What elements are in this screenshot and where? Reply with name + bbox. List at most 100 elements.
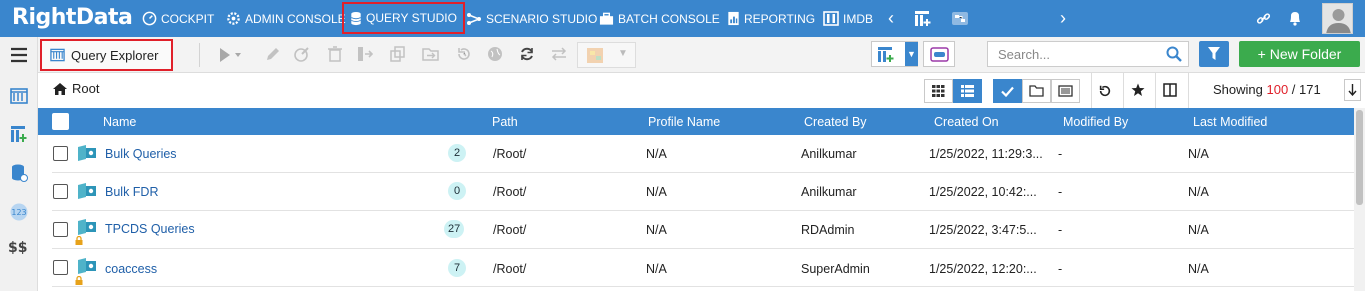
bell-icon[interactable] <box>1288 10 1302 26</box>
col-profile[interactable]: Profile Name <box>648 115 720 129</box>
nav-next-icon[interactable]: › <box>1060 8 1066 29</box>
col-last-modified[interactable]: Last Modified <box>1193 115 1267 129</box>
app-logo[interactable]: RightData <box>12 5 133 31</box>
nav-cockpit[interactable]: COCKPIT <box>142 0 214 37</box>
lock-icon <box>75 236 83 245</box>
row-checkbox[interactable] <box>53 184 68 199</box>
connection-button[interactable] <box>923 41 955 67</box>
filter-button[interactable] <box>1199 41 1229 67</box>
row-profile: N/A <box>646 223 667 237</box>
move-to-folder-icon[interactable] <box>422 46 439 62</box>
row-checkbox[interactable] <box>53 222 68 237</box>
top-nav: RightData COCKPIT ADMIN CONSOLE QUERY ST… <box>0 0 1365 37</box>
row-checkbox[interactable] <box>53 260 68 275</box>
new-folder-button[interactable]: + New Folder <box>1239 41 1360 67</box>
columns-icon <box>823 11 839 26</box>
col-created-by[interactable]: Created By <box>804 115 867 129</box>
load-more-button[interactable] <box>1344 79 1361 101</box>
col-path[interactable]: Path <box>492 115 518 129</box>
select-mode-button[interactable] <box>993 79 1022 103</box>
breadcrumb[interactable]: Root <box>52 81 99 96</box>
select-all-checkbox[interactable] <box>52 113 69 130</box>
refresh-icon[interactable] <box>519 46 535 62</box>
row-name[interactable]: Bulk Queries <box>105 147 177 161</box>
table-row[interactable]: TPCDS Queries 27 /Root/ N/A RDAdmin 1/25… <box>52 211 1354 249</box>
split-icon[interactable] <box>357 46 373 62</box>
search-input[interactable]: Search... <box>987 41 1189 67</box>
branch-icon <box>467 12 482 25</box>
link-icon[interactable] <box>1256 11 1271 26</box>
history-icon[interactable] <box>456 46 472 62</box>
currency-icon[interactable]: $$ <box>8 240 32 260</box>
row-last-modified: N/A <box>1188 147 1209 161</box>
search-icon[interactable] <box>1166 46 1182 62</box>
row-checkbox[interactable] <box>53 146 68 161</box>
schema-icon[interactable] <box>951 11 969 26</box>
check-edit-icon[interactable] <box>294 46 310 62</box>
toolbar-divider <box>199 43 200 67</box>
table-add-icon[interactable] <box>9 124 29 144</box>
table-add-icon[interactable] <box>914 10 932 27</box>
paging-prefix: Showing <box>1213 82 1267 97</box>
lock-icon <box>75 276 83 285</box>
nav-admin-console[interactable]: ADMIN CONSOLE <box>226 0 346 37</box>
row-path: /Root/ <box>493 147 527 161</box>
table-row[interactable]: coaccess 7 /Root/ N/A SuperAdmin 1/25/20… <box>52 249 1354 287</box>
avatar[interactable] <box>1322 3 1353 34</box>
table-row[interactable]: Bulk FDR 0 /Root/ N/A Anilkumar 1/25/202… <box>52 173 1354 211</box>
scrollbar-thumb[interactable] <box>1356 110 1363 205</box>
divider <box>1123 73 1124 108</box>
folder-filter-button[interactable] <box>1022 79 1051 103</box>
layout-dropdown[interactable]: ▼ <box>871 41 918 67</box>
list-view-button[interactable] <box>953 79 982 103</box>
query-explorer-label: Query Explorer <box>71 47 159 63</box>
nav-batch-console-label: BATCH CONSOLE <box>618 11 720 26</box>
trash-icon[interactable] <box>328 46 342 62</box>
sql-badge-icon[interactable]: 123 <box>9 202 29 222</box>
columns-icon[interactable] <box>1163 83 1177 97</box>
swap-icon[interactable] <box>550 46 568 62</box>
breadcrumb-row: Root Showing 100 / 171 <box>38 73 1365 108</box>
col-name[interactable]: Name <box>103 115 136 129</box>
nav-scenario-studio[interactable]: SCENARIO STUDIO <box>466 0 597 37</box>
check-icon <box>1001 86 1014 97</box>
row-name[interactable]: TPCDS Queries <box>105 222 195 236</box>
globe-icon[interactable] <box>487 46 503 62</box>
row-name[interactable]: Bulk FDR <box>105 185 158 199</box>
row-profile: N/A <box>646 185 667 199</box>
query-filter-button[interactable] <box>1051 79 1080 103</box>
nav-batch-console[interactable]: BATCH CONSOLE <box>599 0 720 37</box>
nav-scenario-studio-label: SCENARIO STUDIO <box>486 11 598 26</box>
table-row[interactable]: Bulk Queries 2 /Root/ N/A Anilkumar 1/25… <box>52 135 1354 173</box>
nav-query-studio[interactable]: QUERY STUDIO <box>342 2 465 34</box>
nav-reporting-label: REPORTING <box>744 11 816 26</box>
export-dropdown[interactable]: ▼ <box>577 42 636 68</box>
row-path: /Root/ <box>493 185 527 199</box>
nav-imdb[interactable]: IMDB <box>823 0 873 37</box>
nav-prev-icon[interactable]: ‹ <box>888 8 894 29</box>
row-name[interactable]: coaccess <box>105 262 157 276</box>
nav-reporting[interactable]: REPORTING <box>727 0 815 37</box>
copy-icon[interactable] <box>390 46 406 62</box>
star-icon[interactable] <box>1131 83 1145 97</box>
query-explorer-button[interactable]: Query Explorer <box>40 39 173 71</box>
menu-icon[interactable] <box>9 45 29 65</box>
row-path: /Root/ <box>493 223 527 237</box>
query-list-icon[interactable] <box>9 86 29 106</box>
col-created-on[interactable]: Created On <box>934 115 999 129</box>
row-created-by: Anilkumar <box>801 147 857 161</box>
folder-icon <box>1029 85 1044 97</box>
row-created-on: 1/25/2022, 10:42:... <box>929 185 1037 199</box>
query-folder-icon <box>78 219 96 235</box>
explorer-icon <box>50 48 65 62</box>
grid-view-button[interactable] <box>924 79 953 103</box>
edit-icon[interactable] <box>265 46 281 62</box>
nav-cockpit-label: COCKPIT <box>161 11 215 26</box>
row-created-by: Anilkumar <box>801 185 857 199</box>
run-icon[interactable] <box>218 46 242 64</box>
breadcrumb-root: Root <box>72 81 100 96</box>
database-icon[interactable] <box>9 163 29 183</box>
recent-icon[interactable] <box>1098 84 1112 98</box>
paging-total: 171 <box>1299 82 1321 97</box>
col-modified-by[interactable]: Modified By <box>1063 115 1128 129</box>
